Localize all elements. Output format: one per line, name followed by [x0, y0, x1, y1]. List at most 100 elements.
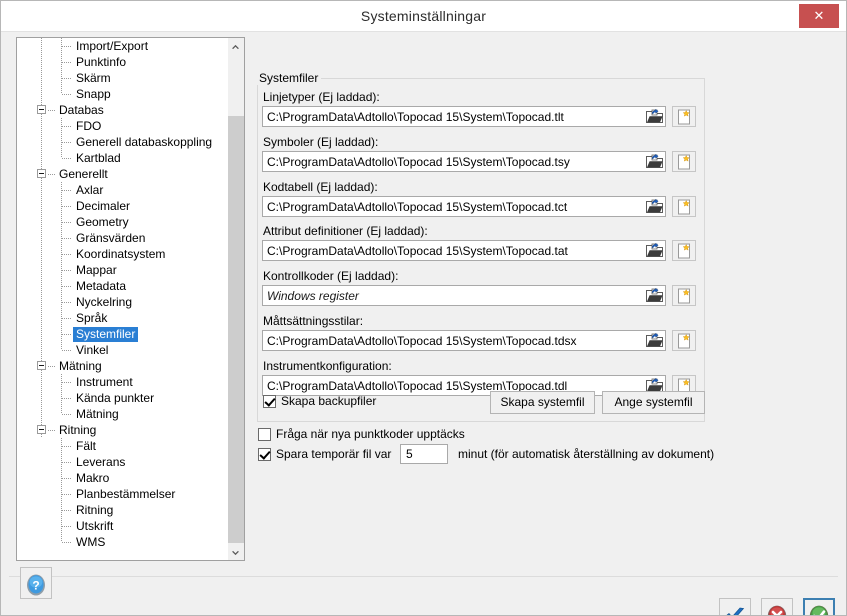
tree-collapse-toggle-icon[interactable]: [37, 105, 46, 114]
tree-guide-line: [62, 446, 72, 447]
tree-item-sk-rm[interactable]: Skärm: [17, 70, 228, 86]
settings-tree[interactable]: Import/Export Punktinfo Skärm Snapp Databas F…: [17, 38, 228, 560]
tree-guide-line: [41, 278, 42, 294]
tree-item-metadata[interactable]: Metadata: [17, 278, 228, 294]
field-5-path-input[interactable]: [262, 285, 666, 306]
tree-guide-line: [41, 262, 42, 278]
tree-item-m-tning[interactable]: Mätning: [17, 358, 228, 374]
field-6-browse-button[interactable]: [646, 332, 663, 348]
tree-guide-line: [41, 86, 42, 102]
tree-item-m-tning[interactable]: Mätning: [17, 406, 228, 422]
tree-guide-line: [62, 46, 72, 47]
apply-button[interactable]: [719, 598, 751, 615]
tree-item-import-export[interactable]: Import/Export: [17, 38, 228, 54]
autosave-interval-input[interactable]: [400, 444, 448, 464]
tree-guide-line: [62, 190, 72, 191]
tree-item-gr-nsv-rden[interactable]: Gränsvärden: [17, 230, 228, 246]
field-5-new-file-button[interactable]: [672, 285, 696, 306]
tree-collapse-toggle-icon[interactable]: [37, 425, 46, 434]
tree-item-leverans[interactable]: Leverans: [17, 454, 228, 470]
tree-item-makro[interactable]: Makro: [17, 470, 228, 486]
tree-item-label: Systemfiler: [73, 327, 139, 342]
new-file-icon: [678, 109, 690, 125]
tree-guide-line: [62, 286, 72, 287]
ask-new-point-codes-checkbox[interactable]: Fråga när nya punktkoder upptäcks: [258, 427, 465, 441]
tree-item-ritning[interactable]: Ritning: [17, 422, 228, 438]
field-3-new-file-button[interactable]: [672, 196, 696, 217]
tree-item-f-lt[interactable]: Fält: [17, 438, 228, 454]
tree-collapse-toggle-icon[interactable]: [37, 361, 46, 370]
browse-folder-icon: [646, 153, 663, 168]
field-6-path-input[interactable]: [262, 330, 666, 351]
field-2-browse-button[interactable]: [646, 153, 663, 169]
field-4-browse-button[interactable]: [646, 242, 663, 258]
tree-item-label: Axlar: [76, 183, 104, 197]
tree-item-instrument[interactable]: Instrument: [17, 374, 228, 390]
field-3-label: Kodtabell (Ej laddad):: [263, 180, 378, 194]
field-5-browse-button[interactable]: [646, 287, 663, 303]
tree-guide-line: [61, 86, 62, 94]
tree-item-geometry[interactable]: Geometry: [17, 214, 228, 230]
field-6-new-file-button[interactable]: [672, 330, 696, 351]
tree-item-punktinfo[interactable]: Punktinfo: [17, 54, 228, 70]
scroll-up-arrow-icon[interactable]: [228, 38, 244, 55]
tree-item-kartblad[interactable]: Kartblad: [17, 150, 228, 166]
tree-item-axlar[interactable]: Axlar: [17, 182, 228, 198]
tree-guide-line: [41, 294, 42, 310]
tree-item-label: Koordinatsystem: [76, 247, 166, 261]
autosave-checkbox[interactable]: Spara temporär fil var: [258, 447, 391, 461]
tree-item-vinkel[interactable]: Vinkel: [17, 342, 228, 358]
tree-item-fdo[interactable]: FDO: [17, 118, 228, 134]
tree-guide-line: [62, 238, 72, 239]
new-file-icon: [678, 199, 690, 215]
tree-item-snapp[interactable]: Snapp: [17, 86, 228, 102]
scroll-down-arrow-icon[interactable]: [228, 543, 244, 560]
tree-item-nyckelring[interactable]: Nyckelring: [17, 294, 228, 310]
field-1-browse-button[interactable]: [646, 108, 663, 124]
tree-item-generell-databaskoppling[interactable]: Generell databaskoppling: [17, 134, 228, 150]
field-1-label: Linjetyper (Ej laddad):: [263, 90, 380, 104]
tree-item-databas[interactable]: Databas: [17, 102, 228, 118]
tree-guide-line: [62, 398, 72, 399]
field-1-path-input[interactable]: [262, 106, 666, 127]
tree-item-k-nda-punkter[interactable]: Kända punkter: [17, 390, 228, 406]
tree-item-ritning[interactable]: Ritning: [17, 502, 228, 518]
tree-item-wms[interactable]: WMS: [17, 534, 228, 550]
tree-item-systemfiler[interactable]: Systemfiler: [17, 326, 228, 342]
tree-item-spr-k[interactable]: Språk: [17, 310, 228, 326]
field-3-browse-button[interactable]: [646, 198, 663, 214]
tree-item-mappar[interactable]: Mappar: [17, 262, 228, 278]
tree-scrollbar[interactable]: [227, 38, 244, 560]
set-systemfile-button[interactable]: Ange systemfil: [602, 391, 705, 414]
field-3-path-input[interactable]: [262, 196, 666, 217]
svg-text:?: ?: [32, 578, 39, 592]
tree-item-decimaler[interactable]: Decimaler: [17, 198, 228, 214]
tree-item-planbest-mmelser[interactable]: Planbestämmelser: [17, 486, 228, 502]
field-1-new-file-button[interactable]: [672, 106, 696, 127]
field-4-new-file-button[interactable]: [672, 240, 696, 261]
tree-item-generellt[interactable]: Generellt: [17, 166, 228, 182]
field-4-path-input[interactable]: [262, 240, 666, 261]
close-button[interactable]: ✕: [799, 4, 839, 28]
tree-item-label: Instrument: [76, 375, 133, 389]
field-2-new-file-button[interactable]: [672, 151, 696, 172]
tree-guide-line: [62, 158, 72, 159]
new-file-icon: [678, 243, 690, 259]
create-backup-files-checkbox[interactable]: Skapa backupfiler: [263, 394, 376, 408]
tree-guide-line: [41, 70, 42, 86]
tree-guide-line: [62, 142, 72, 143]
tree-collapse-toggle-icon[interactable]: [37, 169, 46, 178]
browse-folder-icon: [646, 242, 663, 257]
tree-item-koordinatsystem[interactable]: Koordinatsystem: [17, 246, 228, 262]
cancel-button[interactable]: [761, 598, 793, 615]
tree-item-label: Leverans: [76, 455, 126, 469]
dialog-content: Import/Export Punktinfo Skärm Snapp Databas F…: [1, 32, 846, 615]
tree-guide-line: [62, 350, 72, 351]
create-systemfile-button[interactable]: Skapa systemfil: [490, 391, 595, 414]
tree-guide-line: [41, 374, 42, 390]
tree-item-utskrift[interactable]: Utskrift: [17, 518, 228, 534]
scrollbar-thumb[interactable]: [228, 116, 244, 543]
help-button[interactable]: ?: [20, 567, 52, 599]
field-2-path-input[interactable]: [262, 151, 666, 172]
ok-button[interactable]: [803, 598, 835, 615]
